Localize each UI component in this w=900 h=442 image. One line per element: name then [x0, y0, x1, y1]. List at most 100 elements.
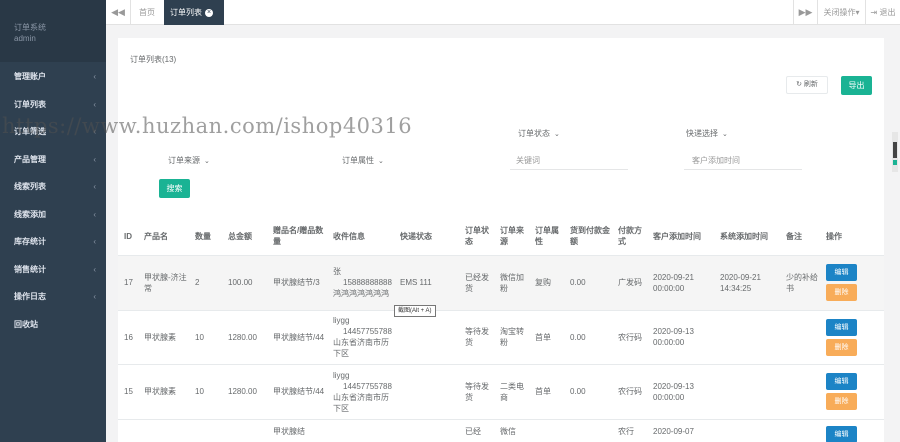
sidebar-item-label: 操作日志	[14, 292, 46, 301]
chevron-left-icon: ‹	[93, 237, 96, 246]
cell-receiver: liygg 14457755788 山东省济南市历下区	[331, 363, 398, 419]
cell-cod: 0.00	[568, 309, 616, 364]
tab-order-list[interactable]: 订单列表 ×	[164, 0, 224, 25]
sidebar-item-sales-stats[interactable]: 销售统计 ‹	[0, 256, 106, 284]
col-header: 收件信息	[331, 218, 398, 256]
chevron-left-icon: ‹	[93, 182, 96, 191]
cell-qty: 10	[193, 363, 226, 419]
tab-label: 订单列表	[170, 8, 202, 17]
cell-gift: 甲状腺结节/44	[271, 309, 331, 364]
cell-total: 1280.00	[226, 363, 271, 419]
col-header: 订单状态	[463, 218, 498, 256]
edit-button[interactable]: 编辑	[826, 425, 857, 442]
col-header: 客户添加时间	[651, 218, 718, 256]
close-operations-menu[interactable]: 关闭操作▾	[817, 0, 865, 25]
cell-product: 甲状腺素	[142, 309, 193, 364]
sidebar-item-logs[interactable]: 操作日志 ‹	[0, 283, 106, 311]
order-attr-select[interactable]: 订单属性 ⌄	[342, 151, 384, 170]
cell-cust-time: 2020-09-13 00:00:00	[651, 363, 718, 419]
cell-id	[118, 418, 142, 442]
table-row: 17 甲状腺-济注常 2 100.00 甲状腺结节/3 张 1588888888…	[118, 254, 884, 310]
col-header: 快递状态	[398, 218, 463, 256]
cell-status: 等待发货	[463, 363, 498, 419]
cell-pay: 农行码	[616, 363, 651, 419]
edit-button[interactable]: 编辑	[826, 373, 857, 390]
cell-cust-time: 2020-09-07	[651, 418, 718, 442]
cell-actions: 编辑 删除	[824, 363, 884, 419]
cell-product: 甲状腺素	[142, 363, 193, 419]
edit-button[interactable]: 编辑	[826, 264, 857, 281]
scroll-tabs-left-icon[interactable]: ◀◀	[106, 0, 131, 25]
cell-total: 100.00	[226, 254, 271, 310]
receiver-address: 山东省济南市历下区	[333, 338, 389, 358]
receiver-phone: 14457755788	[343, 327, 392, 336]
sidebar-item-recycle-bin[interactable]: 回收站	[0, 311, 106, 339]
cell-status: 已经	[463, 418, 498, 442]
cell-receiver: 张 15888888888 鸿鸿鸿鸿鸿鸿鸿	[331, 254, 398, 310]
sidebar-item-products[interactable]: 产品管理 ‹	[0, 146, 106, 174]
cell-qty	[193, 418, 226, 442]
logout-button[interactable]: ⇥ 退出	[865, 0, 900, 25]
sidebar-item-add-lead[interactable]: 线索添加 ‹	[0, 201, 106, 229]
col-header: 操作	[824, 218, 884, 256]
cell-express	[398, 309, 463, 364]
cell-pay: 农行	[616, 418, 651, 442]
cell-cod: 0.00	[568, 363, 616, 419]
sidebar-item-label: 产品管理	[14, 154, 46, 164]
col-header: 数量	[193, 218, 226, 256]
cell-receiver: liygg 14457755788 山东省济南市历下区	[331, 309, 398, 364]
order-status-select[interactable]: 订单状态 ⌄	[518, 124, 560, 143]
cell-sys-time	[718, 309, 784, 364]
cell-sys-time: 2020-09-21 14:34:25	[718, 254, 784, 310]
scroll-tabs-right-icon[interactable]: ▶▶	[793, 0, 817, 25]
cell-id: 15	[118, 363, 142, 419]
receiver-name: liygg	[333, 370, 350, 380]
cell-gift: 甲状腺结节/44	[271, 363, 331, 419]
keyword-input[interactable]: 关键词	[510, 151, 628, 170]
cell-cust-time: 2020-09-21 00:00:00	[651, 254, 718, 310]
tab-home[interactable]: 首页	[131, 0, 163, 25]
scrollbar-marker	[893, 160, 897, 165]
col-header: 产品名	[142, 218, 193, 256]
cell-express	[398, 363, 463, 419]
sidebar-item-inventory[interactable]: 库存统计 ‹	[0, 228, 106, 256]
table-row: 16 甲状腺素 10 1280.00 甲状腺结节/44 liygg 144577…	[118, 309, 884, 364]
delete-button[interactable]: 删除	[826, 338, 857, 356]
app-name: 订单系统	[14, 23, 46, 32]
close-tab-icon[interactable]: ×	[205, 8, 213, 17]
order-source-select[interactable]: 订单来源 ⌄	[168, 151, 210, 170]
cell-express	[398, 418, 463, 442]
table-row: 甲状腺结 已经 微信 农行 2020-09-07 编辑	[118, 418, 884, 442]
chevron-left-icon: ‹	[93, 154, 96, 164]
refresh-button[interactable]: ↻ 刷新	[786, 76, 828, 94]
col-header: ID	[118, 218, 142, 256]
cell-attr: 首单	[533, 363, 568, 419]
cell-id: 16	[118, 309, 142, 364]
receiver-address: 鸿鸿鸿鸿鸿鸿鸿	[333, 289, 389, 298]
receiver-address: 山东省济南市历下区	[333, 392, 389, 413]
watermark-text: https://www.huzhan.com/ishop40316	[2, 114, 413, 138]
cell-pay: 农行码	[616, 309, 651, 364]
search-button[interactable]: 搜索	[159, 179, 190, 198]
customer-add-time-input[interactable]: 客户添加时间	[684, 151, 802, 170]
cell-status: 已经发货	[463, 254, 498, 310]
edit-button[interactable]: 编辑	[826, 318, 857, 336]
express-select[interactable]: 快递选择 ⌄	[686, 124, 728, 143]
export-button[interactable]: 导出	[841, 76, 872, 95]
sidebar-item-accounts[interactable]: 管理账户 ‹	[0, 63, 106, 91]
delete-button[interactable]: 删除	[826, 284, 857, 301]
cell-receiver	[331, 418, 398, 442]
col-header: 付款方式	[616, 218, 651, 256]
cell-cod	[568, 418, 616, 442]
scrollbar-thumb[interactable]	[893, 142, 897, 158]
sidebar-item-leads[interactable]: 线索列表 ‹	[0, 173, 106, 201]
delete-button[interactable]: 删除	[826, 393, 857, 410]
receiver-name: 张	[333, 267, 341, 276]
cell-note: 少的补给书	[784, 254, 824, 310]
receiver-name: liygg	[333, 316, 350, 325]
cell-sys-time	[718, 363, 784, 419]
cell-total	[226, 418, 271, 442]
cell-gift: 甲状腺结	[271, 418, 331, 442]
tab-bar: ◀◀ 首页 订单列表 × ▶▶ 关闭操作▾ ⇥ 退出	[106, 0, 900, 25]
scrollbar[interactable]	[892, 132, 898, 172]
